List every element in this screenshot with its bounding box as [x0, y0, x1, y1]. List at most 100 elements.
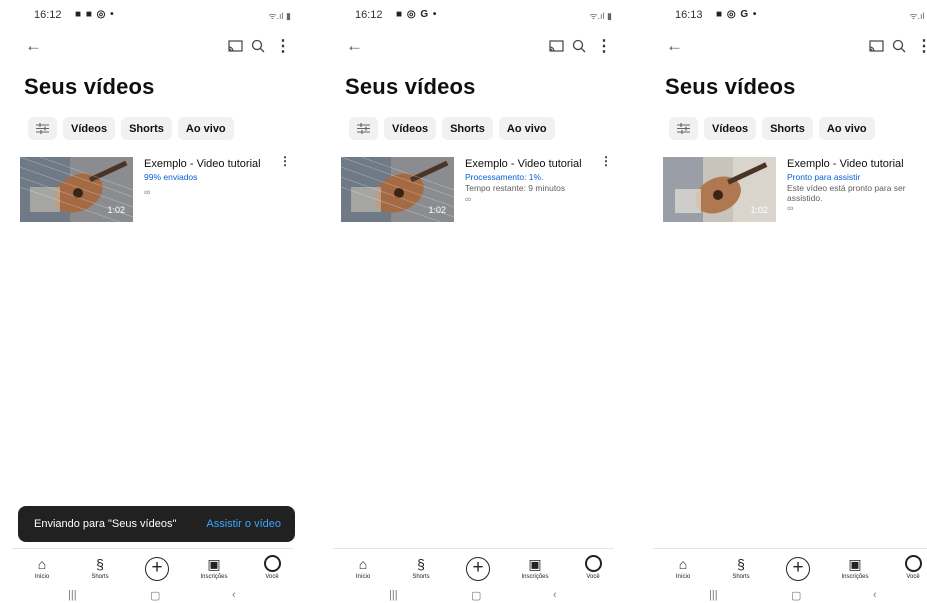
- video-thumbnail[interactable]: 1:02: [341, 157, 454, 222]
- status-time: 16:12: [34, 9, 62, 21]
- link-icon: ∞: [144, 187, 151, 197]
- status-bar: 16:13 ■ ◎ G • ᯤ.ıl ▮: [664, 8, 927, 24]
- video-list-item[interactable]: 1:02 Exemplo - Video tutorial Pronto par…: [663, 157, 927, 223]
- recent-apps-icon[interactable]: |||: [68, 589, 77, 601]
- nav-shorts[interactable]: § Shorts: [719, 555, 763, 580]
- nav-home[interactable]: ⌂ Início: [661, 555, 705, 580]
- video-title[interactable]: Exemplo - Video tutorial: [465, 157, 598, 171]
- filter-chips: Vídeos Shorts Ao vivo: [28, 117, 234, 141]
- create-button[interactable]: +: [145, 557, 169, 581]
- status-signal-battery-icons: ᯤ.ıl ▮: [909, 11, 927, 21]
- video-thumbnail[interactable]: 1:02: [663, 157, 776, 222]
- chip-live[interactable]: Ao vivo: [498, 117, 555, 140]
- nav-you[interactable]: Você: [571, 555, 615, 580]
- cast-icon[interactable]: [549, 40, 564, 53]
- search-icon[interactable]: [892, 39, 906, 53]
- more-vert-icon[interactable]: ⋮: [596, 36, 612, 56]
- video-info: Exemplo - Video tutorial Pronto para ass…: [787, 157, 918, 213]
- search-icon[interactable]: [572, 39, 586, 53]
- nav-you-label: Você: [586, 574, 600, 580]
- cast-icon[interactable]: [228, 40, 243, 53]
- filter-chips: Vídeos Shorts Ao vivo: [669, 117, 875, 141]
- page-title: Seus vídeos: [665, 74, 796, 99]
- chip-live[interactable]: Ao vivo: [177, 117, 234, 140]
- search-icon[interactable]: [251, 39, 265, 53]
- arrow-left-icon[interactable]: ←: [666, 36, 683, 56]
- chip-shorts[interactable]: Shorts: [442, 117, 493, 140]
- video-duration: 1:02: [428, 205, 446, 215]
- phone-screen-processing: 16:12 ■ ◎ G • ᯤ.ıl ▮ ← ⋮ Seus vídeos Víd…: [321, 0, 626, 603]
- home-circle-icon[interactable]: ▢: [150, 589, 160, 602]
- nav-home[interactable]: ⌂ Início: [341, 555, 385, 580]
- chip-videos[interactable]: Vídeos: [63, 117, 116, 140]
- bottom-navigation: ⌂ Início § Shorts + ▣ Inscrições Você: [333, 548, 614, 584]
- link-icon: ∞: [465, 194, 472, 204]
- phone-screen-ready: 16:13 ■ ◎ G • ᯤ.ıl ▮ ← ⋮ Seus vídeos Víd…: [641, 0, 927, 603]
- page-title: Seus vídeos: [24, 74, 155, 99]
- arrow-left-icon[interactable]: ←: [346, 36, 363, 56]
- nav-subscriptions[interactable]: ▣ Inscrições: [833, 555, 877, 580]
- nav-shorts-label: Shorts: [91, 574, 109, 580]
- nav-home-label: Início: [355, 574, 371, 580]
- recent-apps-icon[interactable]: |||: [709, 589, 718, 601]
- video-list-item[interactable]: 1:02 Exemplo - Video tutorial 99% enviad…: [20, 154, 291, 223]
- status-signal-battery-icons: ᯤ.ıl ▮: [589, 11, 612, 21]
- chip-shorts[interactable]: Shorts: [762, 117, 813, 140]
- create-button[interactable]: +: [466, 557, 490, 581]
- nav-you[interactable]: Você: [891, 555, 927, 580]
- nav-shorts[interactable]: § Shorts: [399, 555, 443, 580]
- video-thumbnail[interactable]: 1:02: [20, 157, 133, 222]
- filter-settings-chip[interactable]: [349, 117, 378, 140]
- status-time: 16:12: [355, 9, 383, 21]
- nav-you-label: Você: [265, 574, 279, 580]
- more-vert-icon[interactable]: ⋮: [600, 154, 612, 168]
- more-vert-icon[interactable]: ⋮: [275, 36, 291, 56]
- system-back-icon[interactable]: ‹: [232, 589, 236, 601]
- chip-videos[interactable]: Vídeos: [704, 117, 757, 140]
- sliders-icon: [677, 123, 690, 134]
- nav-you-label: Você: [906, 574, 920, 580]
- nav-subscriptions[interactable]: ▣ Inscrições: [513, 555, 557, 580]
- arrow-left-icon[interactable]: ←: [25, 36, 42, 56]
- upload-status: 99% enviados: [144, 172, 198, 182]
- status-notification-icons: ■ ◎ G •: [396, 9, 438, 20]
- phone-screen-uploading: 16:12 ■ ■ ◎ • ᯤ.ıl ▮ ← ⋮ Seus vídeos Víd…: [0, 0, 305, 603]
- watch-video-button[interactable]: Assistir o vídeo: [206, 518, 281, 530]
- filter-settings-chip[interactable]: [669, 117, 698, 140]
- create-button[interactable]: +: [786, 557, 810, 581]
- home-circle-icon[interactable]: ▢: [471, 589, 481, 602]
- nav-subscriptions-label: Inscrições: [200, 574, 228, 580]
- status-signal-battery-icons: ᯤ.ıl ▮: [268, 11, 291, 21]
- system-navigation-bar: ||| ▢ ‹: [321, 589, 626, 603]
- filter-chips: Vídeos Shorts Ao vivo: [349, 117, 555, 141]
- system-back-icon[interactable]: ‹: [873, 589, 877, 601]
- chip-videos[interactable]: Vídeos: [384, 117, 437, 140]
- bottom-navigation: ⌂ Início § Shorts + ▣ Inscrições Você: [653, 548, 927, 584]
- system-back-icon[interactable]: ‹: [553, 589, 557, 601]
- status-bar: 16:12 ■ ◎ G • ᯤ.ıl ▮: [344, 8, 612, 24]
- nav-home[interactable]: ⌂ Início: [20, 555, 64, 580]
- cast-icon[interactable]: [869, 40, 884, 53]
- ready-description: Este vídeo está pronto para ser assistid…: [787, 183, 906, 203]
- status-bar: 16:12 ■ ■ ◎ • ᯤ.ıl ▮: [23, 8, 291, 24]
- nav-shorts[interactable]: § Shorts: [78, 555, 122, 580]
- bottom-navigation: ⌂ Início § Shorts + ▣ Inscrições Você: [12, 548, 293, 584]
- page-title: Seus vídeos: [345, 74, 476, 99]
- chip-shorts[interactable]: Shorts: [121, 117, 172, 140]
- recent-apps-icon[interactable]: |||: [389, 589, 398, 601]
- avatar: [571, 555, 615, 573]
- filter-settings-chip[interactable]: [28, 117, 57, 140]
- video-list-item[interactable]: 1:02 Exemplo - Video tutorial Processame…: [341, 154, 612, 223]
- video-info: Exemplo - Video tutorial 99% enviados ∞: [144, 157, 277, 197]
- video-title[interactable]: Exemplo - Video tutorial: [787, 157, 918, 171]
- nav-you[interactable]: Você: [250, 555, 294, 580]
- home-circle-icon[interactable]: ▢: [791, 589, 801, 602]
- video-title[interactable]: Exemplo - Video tutorial: [144, 157, 277, 171]
- avatar: [250, 555, 294, 573]
- chip-live[interactable]: Ao vivo: [818, 117, 875, 140]
- more-vert-icon[interactable]: ⋮: [279, 154, 291, 168]
- status-time: 16:13: [675, 9, 703, 21]
- system-navigation-bar: ||| ▢ ‹: [0, 589, 305, 603]
- more-vert-icon[interactable]: ⋮: [916, 36, 927, 56]
- nav-subscriptions[interactable]: ▣ Inscrições: [192, 555, 236, 580]
